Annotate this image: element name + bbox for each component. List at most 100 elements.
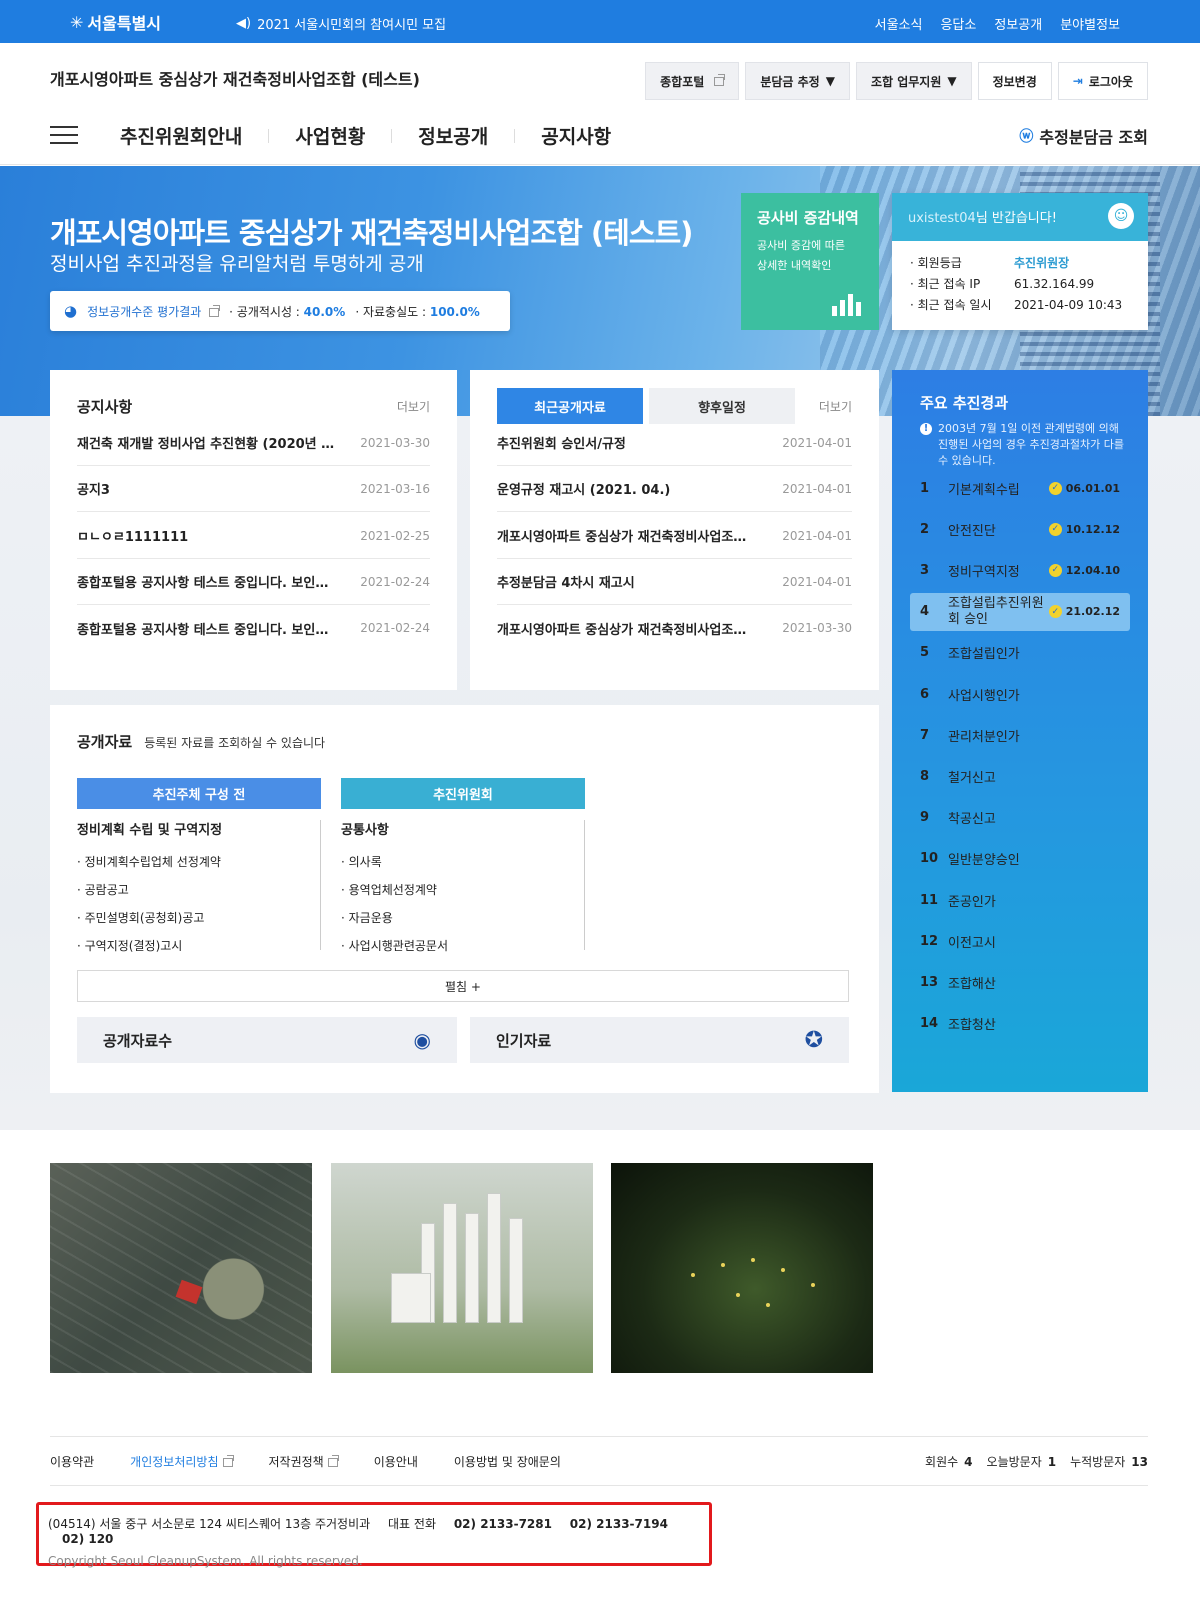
logout-label: 로그아웃	[1088, 74, 1133, 89]
user-info-key: 최근 접속 IP	[910, 274, 1014, 295]
footer-link-guide[interactable]: 이용안내	[356, 1453, 436, 1470]
evaluation-result-link[interactable]: 정보공개수준 평가결과	[87, 303, 221, 320]
tab-recent-data[interactable]: 최근공개자료	[497, 388, 643, 424]
progress-step[interactable]: 6 사업시행인가	[910, 675, 1130, 713]
site-map-photo[interactable]	[50, 1163, 312, 1373]
list-item[interactable]: 종합포털용 공지사항 테스트 중입니다. 보인다면 삭제 2021-02-24	[77, 605, 430, 651]
progress-step[interactable]: 11 준공인가	[910, 881, 1130, 919]
progress-step[interactable]: 4 조합설립추진위원회 승인 ✓ 21.02.12	[910, 592, 1130, 631]
list-item[interactable]: ㅁㄴㅇㄹ1111111 2021-02-25	[77, 513, 430, 559]
footer-link-copyright-label: 저작권정책	[268, 1454, 324, 1469]
list-item[interactable]: 정비계획수립업체 선정계약	[77, 848, 321, 876]
top-notice[interactable]: ◀) 2021 서울시민회의 참여시민 모집	[236, 14, 446, 33]
award-badge-icon: ✪	[804, 1027, 823, 1053]
list-item[interactable]: 추정분담금 4차시 재고시 2021-04-01	[497, 559, 852, 605]
footer-link-copyright[interactable]: 저작권정책	[251, 1453, 356, 1470]
list-item[interactable]: 의사록	[341, 848, 585, 876]
top-link-response[interactable]: 응답소	[940, 14, 976, 33]
list-item[interactable]: 운영규정 재고시 (2021. 04.) 2021-04-01	[497, 466, 852, 512]
list-item[interactable]: 종합포털용 공지사항 테스트 중입니다. 보인다면 삭제 2021-02-24	[77, 559, 430, 605]
light-dot	[751, 1258, 755, 1262]
list-item[interactable]: 용역업체선정계약	[341, 876, 585, 904]
top-link-news[interactable]: 서울소식	[875, 14, 923, 33]
step-date-text: 21.02.12	[1065, 604, 1120, 618]
progress-step[interactable]: 8 철거신고	[910, 757, 1130, 795]
progress-step[interactable]: 13 조합해산	[910, 963, 1130, 1001]
tower-shape	[465, 1213, 479, 1323]
count-value: 4	[964, 1454, 973, 1469]
portal-button[interactable]: 종합포털	[645, 62, 740, 100]
info-change-label: 정보변경	[992, 74, 1037, 89]
progress-step[interactable]: 7 관리처분인가	[910, 716, 1130, 754]
apartment-rendering-photo[interactable]	[331, 1163, 593, 1373]
progress-step[interactable]: 12 이전고시	[910, 922, 1130, 960]
progress-step[interactable]: 2 안전진단 ✓ 10.12.12	[910, 510, 1130, 548]
step-date: ✓ 10.12.12	[1048, 522, 1130, 536]
notice-more-link[interactable]: 더보기	[397, 398, 430, 415]
footer-link-help[interactable]: 이용방법 및 장애문의	[436, 1453, 579, 1470]
light-dot	[721, 1263, 725, 1267]
list-item[interactable]: 자금운용	[341, 904, 585, 932]
nav-business[interactable]: 사업현황	[269, 122, 391, 149]
step-number: 2	[920, 521, 930, 537]
progress-step[interactable]: 14 조합청산	[910, 1005, 1130, 1043]
user-icon[interactable]: ☺	[1108, 203, 1134, 229]
user-info-key: 회원등급	[910, 253, 1014, 274]
portal-button-label: 종합포털	[660, 74, 705, 89]
list-item[interactable]: 개포시영아파트 중심상가 재건축정비사업조합 자료 2021-04-01	[497, 513, 852, 559]
estimate-dropdown[interactable]: 분담금 추정 ▼	[745, 62, 850, 100]
nav-committee[interactable]: 추진위원회안내	[120, 122, 268, 149]
user-greeting: uxistest04님 반갑습니다! ☺	[892, 193, 1148, 241]
list-item[interactable]: 추진위원회 승인서/규정 2021-04-01	[497, 420, 852, 466]
public-data-title: 공개자료 등록된 자료를 조회하실 수 있습니다	[77, 731, 325, 752]
list-item-title: 추정분담금 4차시 재고시	[497, 576, 635, 591]
user-info-list: 회원등급추진위원장 최근 접속 IP61.32.164.99 최근 접속 일시2…	[892, 241, 1148, 328]
step-number: 11	[920, 892, 939, 908]
progress-step[interactable]: 5 조합설립인가	[910, 634, 1130, 672]
list-item[interactable]: 공람공고	[77, 876, 321, 904]
nav-notice[interactable]: 공지사항	[515, 122, 637, 149]
list-item[interactable]: 공지3 2021-03-16	[77, 466, 430, 512]
seoul-logo-text: 서울특별시	[87, 14, 162, 33]
cost-card-desc-line: 공사비 증감에 따른	[757, 239, 845, 252]
list-item[interactable]: 사업시행관련공문서	[341, 932, 585, 960]
public-column-header[interactable]: 추진주체 구성 전	[77, 778, 321, 809]
eval-label: 공개적시성 :	[236, 304, 300, 319]
progress-step[interactable]: 9 착공신고	[910, 799, 1130, 837]
step-label: 사업시행인가	[948, 688, 1020, 704]
hero-title: 개포시영아파트 중심상가 재건축정비사업조합 (테스트)	[50, 216, 693, 250]
site-plan-photo[interactable]	[611, 1163, 873, 1373]
nav-info[interactable]: 정보공개	[392, 122, 514, 149]
top-link-field[interactable]: 분야별정보	[1060, 14, 1120, 33]
top-bar: ✳ 서울특별시 ◀) 2021 서울시민회의 참여시민 모집 서울소식 응답소 …	[0, 0, 1200, 43]
step-label: 조합설립추진위원회 승인	[948, 595, 1044, 627]
progress-step[interactable]: 3 정비구역지정 ✓ 12.04.10	[910, 551, 1130, 589]
top-link-info[interactable]: 정보공개	[994, 14, 1042, 33]
footer-phone-label: 대표 전화	[388, 1517, 436, 1531]
work-dropdown[interactable]: 조합 업무지원 ▼	[855, 62, 972, 100]
public-column-header[interactable]: 추진위원회	[341, 778, 585, 809]
seoul-logo[interactable]: ✳ 서울특별시	[70, 10, 161, 34]
logout-button[interactable]: ⇥ 로그아웃	[1057, 62, 1148, 100]
hamburger-menu-icon[interactable]	[50, 126, 78, 144]
site-title[interactable]: 개포시영아파트 중심상가 재건축정비사업조합 (테스트)	[50, 66, 420, 90]
footer-phone: 02) 2133-7194	[569, 1517, 668, 1531]
expand-button[interactable]: 펼침 +	[77, 970, 849, 1002]
public-data-count-box[interactable]: 공개자료수 ◉	[77, 1017, 457, 1063]
speaker-icon: ◀)	[236, 16, 252, 31]
list-item[interactable]: 재건축 재개발 정비사업 추진현황 (2020년 09월 말 기준) 2021-0…	[77, 420, 430, 466]
construction-cost-card[interactable]: 공사비 증감내역 공사비 증감에 따른 상세한 내역확인	[741, 193, 879, 330]
list-item-title: 재건축 재개발 정비사업 추진현황 (2020년 09월 말 기준)	[77, 437, 337, 452]
popular-data-box[interactable]: 인기자료 ✪	[470, 1017, 849, 1063]
list-item[interactable]: 개포시영아파트 중심상가 재건축정비사업조합 공고 2021-03-30	[497, 605, 852, 651]
progress-step[interactable]: 10 일반분양승인	[910, 840, 1130, 878]
list-item[interactable]: 구역지정(결정)고시	[77, 932, 321, 960]
footer-link-privacy[interactable]: 개인정보처리방침	[112, 1453, 250, 1470]
footer-link-terms[interactable]: 이용약관	[50, 1453, 112, 1470]
recent-more-link[interactable]: 더보기	[819, 398, 852, 415]
estimated-charge-link[interactable]: ⓦ 추정분담금 조회	[1019, 124, 1148, 148]
progress-step[interactable]: 1 기본계획수립 ✓ 06.01.01	[910, 469, 1130, 507]
tab-schedule[interactable]: 향후일정	[649, 388, 795, 424]
info-change-button[interactable]: 정보변경	[977, 62, 1052, 100]
list-item[interactable]: 주민설명회(공청회)공고	[77, 904, 321, 932]
